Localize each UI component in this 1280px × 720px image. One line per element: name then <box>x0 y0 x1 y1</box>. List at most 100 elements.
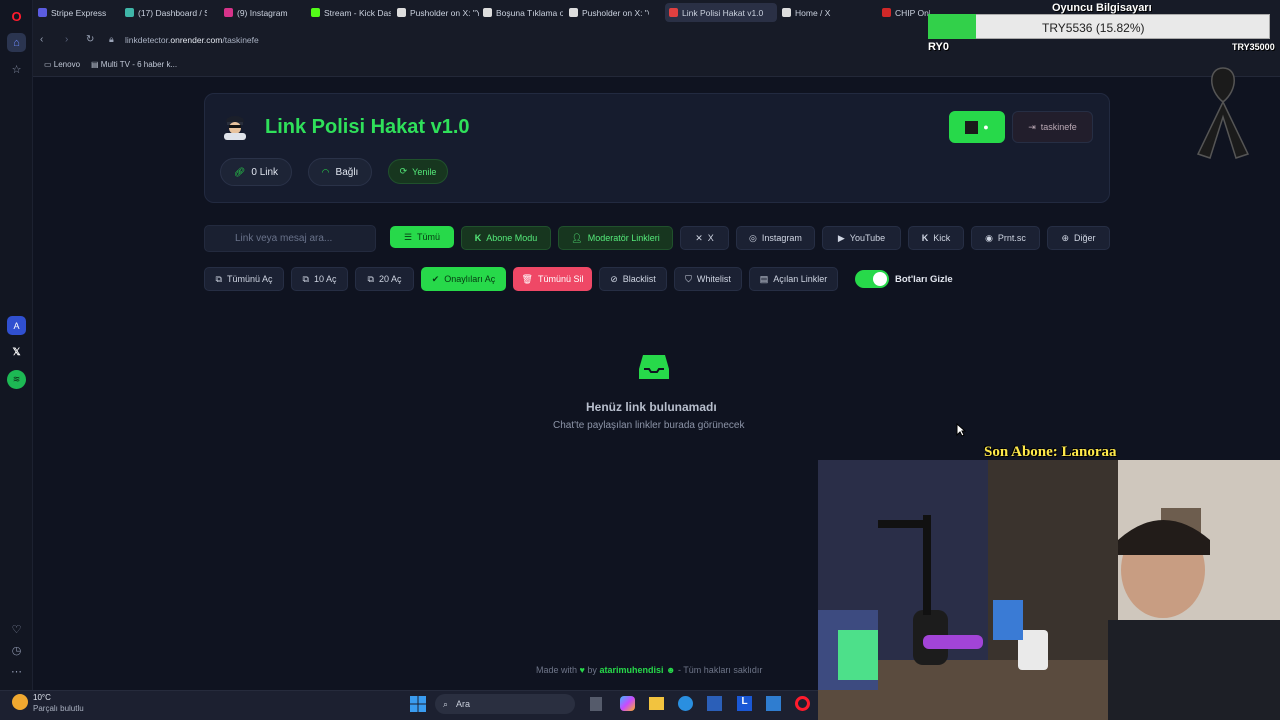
tab-dashboard[interactable]: (17) Dashboard / S <box>125 3 207 22</box>
mail-icon[interactable] <box>766 696 781 711</box>
moderator-icon: 👤︎ <box>571 232 583 243</box>
footer-author[interactable]: atarimuhendisi <box>599 665 663 675</box>
filter-label: YouTube <box>849 233 886 243</box>
inbox-icon <box>638 353 670 381</box>
link-count-pill: 🔗︎ 0 Link <box>220 158 292 186</box>
filter-prntsc[interactable]: ◉ Prnt.sc <box>971 226 1040 250</box>
page-title: Link Polisi Hakat v1.0 <box>265 116 470 138</box>
edge-icon[interactable] <box>678 696 693 711</box>
donation-progress-fill <box>928 14 976 39</box>
lock-icon: 🔒︎ <box>109 34 114 44</box>
opera-taskbar-icon[interactable] <box>795 696 810 711</box>
filter-label: Kick <box>933 233 951 243</box>
file-explorer-icon[interactable] <box>649 697 664 710</box>
open-all-button[interactable]: ⧉ Tümünü Aç <box>204 267 284 291</box>
filter-label: X <box>707 233 714 243</box>
open-10-button[interactable]: ⧉ 10 Aç <box>291 267 348 291</box>
filter-kick[interactable]: K Kick <box>908 226 964 250</box>
tab-stripe[interactable]: Stripe Express <box>38 3 120 22</box>
heart-icon[interactable]: ♡ <box>7 620 26 639</box>
user-name: taskinefe <box>1040 122 1077 132</box>
donation-amount: TRY5536 (15.82%) <box>1042 21 1145 35</box>
tab-title: Home / X <box>795 7 831 18</box>
x-icon <box>782 8 791 17</box>
filter-youtube[interactable]: ▶ YouTube <box>822 226 901 250</box>
bookmark-label: Multi TV - 6 haber k... <box>100 60 178 69</box>
delete-all-button[interactable]: 🗑︎ Tümünü Sil <box>513 267 592 291</box>
tab-chip[interactable]: CHIP Online: Bilişi <box>882 3 930 22</box>
webcam-feed <box>818 460 1280 720</box>
opera-logo-icon[interactable]: O <box>7 7 26 26</box>
windows-taskbar <box>0 690 818 720</box>
open-20-button[interactable]: ⧉ 20 Aç <box>355 267 414 291</box>
tab-title: Pusholder on X: "C <box>582 7 649 18</box>
open-approved-button[interactable]: ✔ Onaylıları Aç <box>421 267 506 291</box>
search-input[interactable]: Link veya mesaj ara... <box>204 225 376 252</box>
bot-status-button[interactable]: ● <box>949 111 1005 143</box>
blacklist-button[interactable]: ⊘ Blacklist <box>599 267 667 291</box>
link-polisi-icon <box>669 8 678 17</box>
task-view-icon[interactable] <box>590 697 602 711</box>
history-icon[interactable]: ◷ <box>7 641 26 660</box>
folder-icon: ▭ <box>44 60 54 69</box>
tab-home-x[interactable]: Home / X <box>782 3 862 22</box>
back-icon[interactable]: ‹ <box>40 34 43 45</box>
more-icon[interactable]: ⋯ <box>7 662 26 681</box>
copilot-icon[interactable] <box>620 696 635 711</box>
windows-start-icon[interactable] <box>410 696 426 712</box>
filter-label: Abone Modu <box>486 233 538 243</box>
filter-other[interactable]: ⊕ Diğer <box>1047 226 1110 250</box>
filter-moderator[interactable]: 👤︎ Moderatör Linkleri <box>558 226 673 250</box>
instagram-icon <box>224 8 233 17</box>
tab-instagram[interactable]: (9) Instagram <box>224 3 306 22</box>
aria-icon[interactable]: A <box>7 316 26 335</box>
filter-x[interactable]: ✕ X <box>680 226 729 250</box>
heart-icon: ♥ <box>579 665 585 675</box>
bookmark-lenovo[interactable]: ▭ Lenovo <box>44 60 80 69</box>
logout-icon: ⇥ <box>1028 121 1036 132</box>
tab-title: (9) Instagram <box>237 7 288 18</box>
link-label: Link <box>259 166 279 178</box>
taskbar-search[interactable]: ⌕ Ara <box>435 694 575 714</box>
tab-link-polisi[interactable]: Link Polisi Hakat v1.0 <box>665 3 777 22</box>
youtube-icon: ▶ <box>837 232 845 243</box>
tab-pusholder-1[interactable]: Pusholder on X: "Y <box>397 3 479 22</box>
bookmark-multi-tv[interactable]: ▤ Multi TV - 6 haber k... <box>91 60 177 69</box>
refresh-label: Yenile <box>412 166 437 177</box>
donation-target: TRY35000 <box>1232 42 1275 52</box>
forward-icon[interactable]: › <box>65 34 68 45</box>
filter-subscriber[interactable]: K Abone Modu <box>461 226 551 250</box>
tab-bosuna[interactable]: Boşuna Tıklama on <box>483 3 563 22</box>
tab-pusholder-2[interactable]: Pusholder on X: "C <box>569 3 649 22</box>
hide-bots-toggle[interactable] <box>855 270 889 288</box>
spotify-icon[interactable]: ≋ <box>7 370 26 389</box>
store-icon[interactable] <box>707 696 722 711</box>
tab-kick[interactable]: Stream - Kick Dash <box>311 3 391 22</box>
aria-star-icon[interactable]: ☆ <box>7 60 26 79</box>
kick-icon <box>311 8 320 17</box>
opened-links-button[interactable]: ▤ Açılan Linkler <box>749 267 838 291</box>
reload-icon[interactable]: ↻ <box>86 34 94 45</box>
wifi-icon: ◠ <box>321 166 330 177</box>
whitelist-button[interactable]: ⛉ Whitelist <box>674 267 742 291</box>
user-button[interactable]: ⇥ taskinefe <box>1012 111 1093 143</box>
tab-title: CHIP Online: Bilişi <box>895 7 930 18</box>
url-path: /taskinefe <box>222 35 259 45</box>
camera-icon: ◉ <box>985 232 993 243</box>
footer-by: by <box>587 665 597 675</box>
l-app-icon[interactable]: L <box>737 696 752 711</box>
list-icon: ☰ <box>403 231 413 242</box>
filter-label: Prnt.sc <box>997 233 1026 243</box>
footer-rights: - Tüm hakları saklıdır <box>677 665 763 675</box>
url-field[interactable]: linkdetector.onrender.com/taskinefe <box>125 35 259 45</box>
filter-instagram[interactable]: ◎ Instagram <box>736 226 815 250</box>
home-icon[interactable]: ⌂ <box>7 33 26 52</box>
refresh-button[interactable]: ⟳ Yenile <box>388 159 448 184</box>
url-domain: onrender.com <box>170 35 223 45</box>
x-icon: ✕ <box>695 232 703 243</box>
link-count: 0 <box>251 166 257 178</box>
action-label: Blacklist <box>622 274 656 284</box>
x-icon[interactable]: 𝕏 <box>7 343 26 362</box>
tab-title: Link Polisi Hakat v1.0 <box>682 7 764 18</box>
filter-all[interactable]: ☰ Tümü <box>390 226 454 248</box>
